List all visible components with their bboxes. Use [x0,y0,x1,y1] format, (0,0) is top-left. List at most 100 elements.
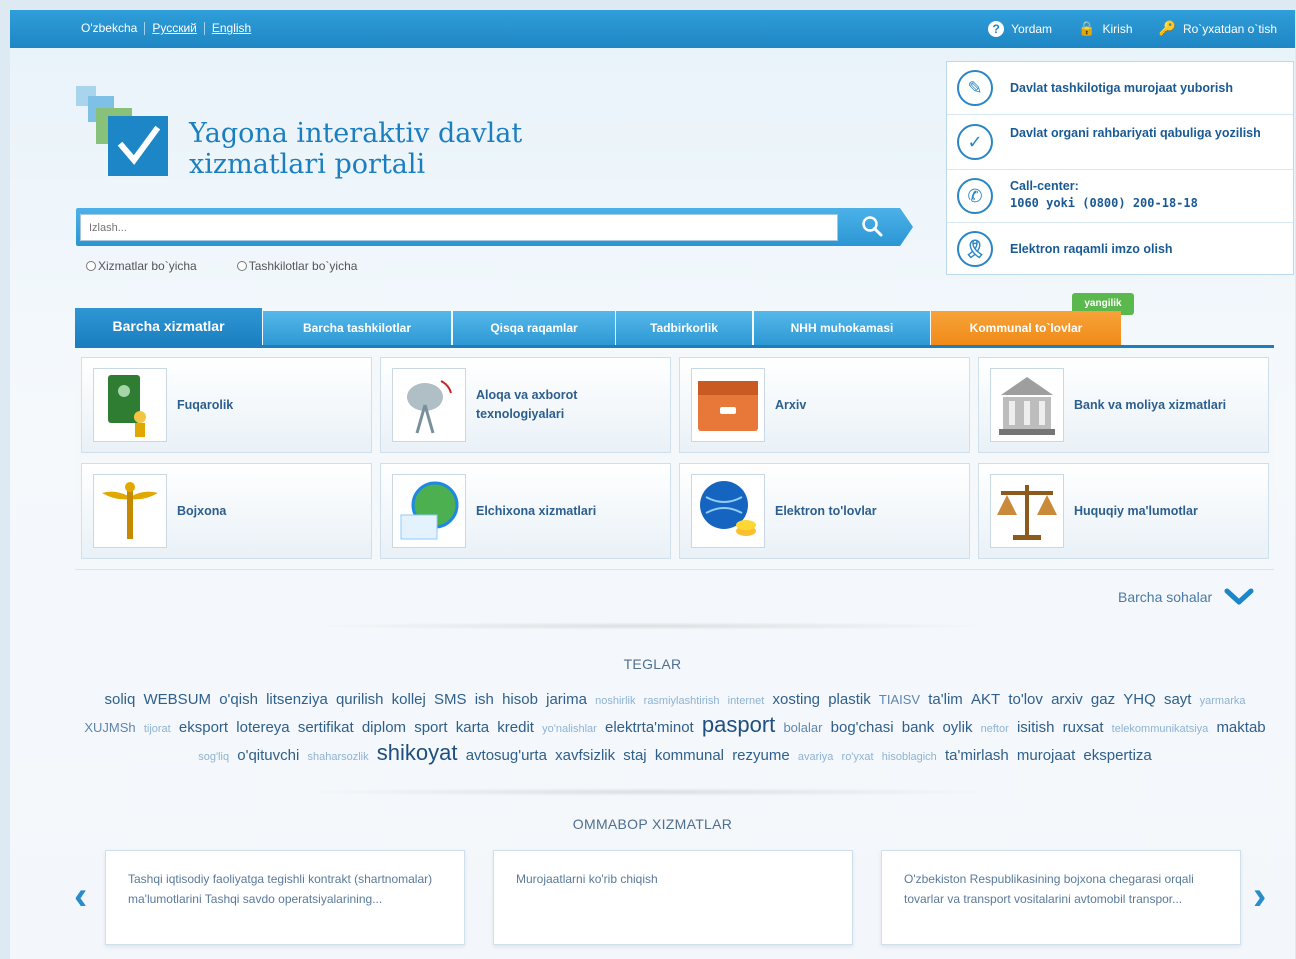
tag-link[interactable]: ro'yxat [842,751,874,763]
tag-link[interactable]: to'lov [1008,691,1043,708]
tag-link[interactable]: soliq [104,691,135,708]
tab-all-organizations[interactable]: Barcha tashkilotlar [263,311,451,345]
tag-link[interactable]: sport [414,719,447,736]
phone-icon: ✆ [957,178,993,214]
tag-link[interactable]: bolalar [783,720,822,735]
tag-link[interactable]: neftor [981,723,1009,735]
tag-link[interactable]: isitish [1017,719,1055,736]
tag-link[interactable]: litsenziya [266,691,328,708]
carousel-next-button[interactable]: › [1253,876,1266,916]
tag-link[interactable]: shaharsozlik [307,751,368,763]
search-input[interactable] [80,214,838,241]
service-card-banking[interactable]: Bank va moliya xizmatlari [978,357,1269,453]
tag-link[interactable]: shikoyat [377,740,458,765]
carousel-prev-button[interactable]: ‹ [74,876,87,916]
key-icon: 🔑 [1158,20,1176,36]
tag-link[interactable]: sayt [1164,691,1192,708]
lang-english[interactable]: English [205,22,258,35]
tag-link[interactable]: ruxsat [1063,719,1104,736]
service-card-embassy[interactable]: Elchixona xizmatlari [380,463,671,559]
tag-link[interactable]: arxiv [1051,691,1083,708]
tag-link[interactable]: TIAISV [879,692,920,707]
popular-service-card[interactable]: Murojaatlarni ko'rib chiqish [493,850,853,945]
tag-link[interactable]: murojaat [1017,747,1075,764]
login-link[interactable]: 🔒 Kirish [1078,20,1132,37]
lang-uzbek[interactable]: O'zbekcha [74,22,146,35]
tag-link[interactable]: ekspertiza [1083,747,1151,764]
tag-link[interactable]: avtosug'urta [466,747,547,764]
tag-link[interactable]: hisoblagich [882,751,937,763]
tag-link[interactable]: yo'nalishlar [542,723,597,735]
top-bar: O'zbekcha Русский English ? Yordam 🔒 Kir… [10,10,1295,48]
tag-link[interactable]: WEBSUM [144,691,212,708]
search-by-services-radio[interactable]: Xizmatlar bo`yicha [86,259,197,273]
register-link[interactable]: 🔑 Ro`yxatdan o`tish [1159,20,1277,37]
all-areas-toggle[interactable]: Barcha sohalar [1118,588,1254,606]
tag-link[interactable]: internet [728,695,765,707]
tab-nhh-discussion[interactable]: NHH muhokamasi [754,311,930,345]
service-card-citizenship[interactable]: Fuqarolik [81,357,372,453]
tag-link[interactable]: ta'mirlash [945,747,1009,764]
help-link[interactable]: ? Yordam [988,20,1052,37]
e-signature-link[interactable]: 🎗 Elektron raqamli imzo olish [947,223,1293,276]
tag-link[interactable]: sertifikat [298,719,354,736]
tag-link[interactable]: kredit [497,719,534,736]
tag-link[interactable]: lotereya [236,719,289,736]
tag-link[interactable]: o'qish [219,691,258,708]
tag-link[interactable]: o'qituvchi [237,747,299,764]
call-center-number: 1060 yoki (0800) 200-18-18 [1010,196,1198,210]
tab-all-services[interactable]: Barcha xizmatlar [75,308,262,345]
tag-link[interactable]: noshirlik [595,695,635,707]
search-by-organizations-radio[interactable]: Tashkilotlar bo`yicha [236,259,357,273]
tag-link[interactable]: SMS [434,691,467,708]
tab-utility-payments[interactable]: Kommunal to`lovlar [931,311,1121,345]
tag-link[interactable]: qurilish [336,691,384,708]
popular-service-card[interactable]: Tashqi iqtisodiy faoliyatga tegishli kon… [105,850,465,945]
search-button[interactable] [841,208,913,246]
archive-drawer-icon [691,368,765,442]
popular-services-title: OMMABOP XIZMATLAR [572,816,733,832]
tag-link[interactable]: karta [456,719,489,736]
tag-link[interactable]: maktab [1216,719,1265,736]
reception-booking-link[interactable]: ✓ Davlat organi rahbariyati qabuliga yoz… [947,115,1293,170]
tab-short-numbers[interactable]: Qisqa raqamlar [453,311,615,345]
tag-link[interactable]: XUJMSh [84,720,135,735]
tag-link[interactable]: ta'lim [928,691,963,708]
tag-link[interactable]: xavfsizlik [555,747,615,764]
service-card-e-payments[interactable]: Elektron to'lovlar [679,463,970,559]
tag-link[interactable]: pasport [702,712,775,737]
tag-link[interactable]: kollej [392,691,426,708]
tag-link[interactable]: sog'liq [198,751,229,763]
tag-link[interactable]: rasmiylashtirish [644,695,720,707]
popular-service-card[interactable]: O'zbekiston Respublikasining bojxona che… [881,850,1241,945]
tag-link[interactable]: elektrta'minot [605,719,694,736]
tag-link[interactable]: yarmarka [1200,695,1246,707]
tag-link[interactable]: tijorat [144,723,171,735]
service-card-legal[interactable]: Huquqiy ma'lumotlar [978,463,1269,559]
send-appeal-link[interactable]: ✎ Davlat tashkilotiga murojaat yuborish [947,62,1293,115]
tag-link[interactable]: AKT [971,691,1000,708]
service-card-telecom[interactable]: Aloqa va axborot texnologiyalari [380,357,671,453]
tag-link[interactable]: kommunal [655,747,724,764]
tag-link[interactable]: oylik [942,719,972,736]
lang-russian[interactable]: Русский [145,22,205,35]
tag-link[interactable]: bog'chasi [831,719,894,736]
tag-link[interactable]: diplom [362,719,406,736]
tag-link[interactable]: rezyume [732,747,790,764]
tag-link[interactable]: telekommunikatsiya [1112,723,1209,735]
user-links: ? Yordam 🔒 Kirish 🔑 Ro`yxatdan o`tish [988,20,1277,37]
tag-link[interactable]: eksport [179,719,228,736]
service-card-archive[interactable]: Arxiv [679,357,970,453]
tag-link[interactable]: avariya [798,751,833,763]
tag-link[interactable]: gaz [1091,691,1115,708]
service-card-customs[interactable]: Bojxona [81,463,372,559]
tag-link[interactable]: ish [475,691,494,708]
tag-link[interactable]: plastik [828,691,871,708]
tag-link[interactable]: xosting [773,691,821,708]
tag-link[interactable]: hisob [502,691,538,708]
tag-link[interactable]: bank [902,719,935,736]
tab-entrepreneurship[interactable]: Tadbirkorlik [616,311,752,345]
tag-link[interactable]: jarima [546,691,587,708]
tag-link[interactable]: staj [623,747,646,764]
tag-link[interactable]: YHQ [1123,691,1156,708]
